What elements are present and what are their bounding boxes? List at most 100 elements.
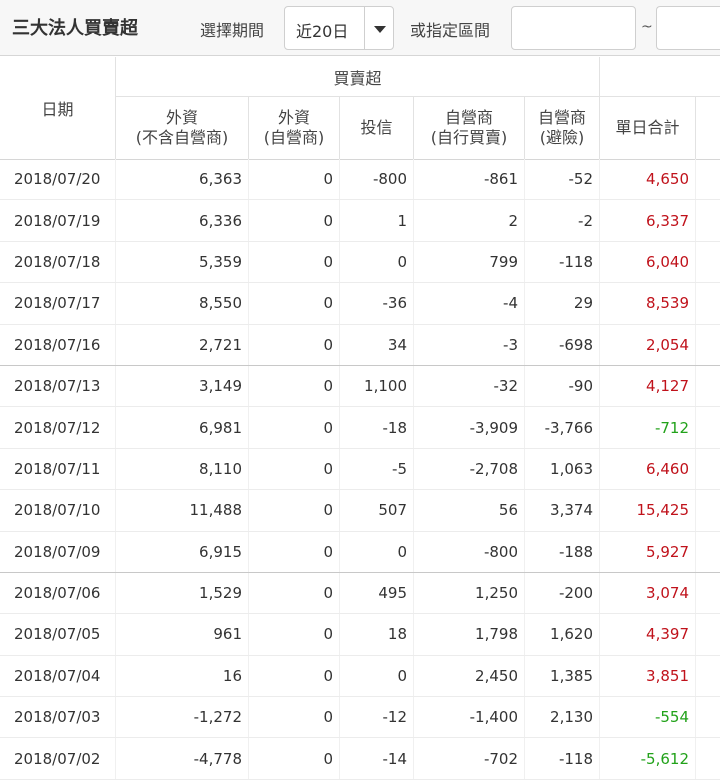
dealer-hedge-cell: 29	[525, 283, 600, 324]
investment-trust-cell: 0	[340, 655, 414, 697]
column-header-line2: (自營商)	[263, 128, 325, 147]
foreign-dealer-cell: 0	[249, 614, 340, 655]
column-header-daily-total[interactable]: 單日合計	[600, 97, 696, 159]
foreign-dealer-cell: 0	[249, 365, 340, 407]
foreign-cell: -4,778	[116, 738, 249, 779]
foreign-cell: 2,721	[116, 324, 249, 365]
date-cell: 2018/07/17	[0, 283, 116, 324]
range-label: 或指定區間	[410, 21, 491, 40]
dealer-hedge-cell: -698	[525, 324, 600, 365]
date-cell: 2018/07/16	[0, 324, 116, 365]
table-row[interactable]: 2018/07/02 -4,778 0 -14 -702 -118 -5,612	[0, 738, 720, 780]
foreign-dealer-cell: 0	[249, 407, 340, 448]
daily-total-cell: 3,074	[600, 572, 696, 614]
column-header-investment-trust[interactable]: 投信	[340, 97, 414, 159]
column-header-line1: 投信	[360, 118, 393, 137]
period-dropdown[interactable]: 近20日	[284, 6, 394, 50]
dealer-self-cell: -2,708	[414, 448, 525, 490]
buy-sell-group-header: 買賣超	[116, 57, 600, 97]
dealer-hedge-cell: 3,374	[525, 490, 600, 531]
foreign-cell: 1,529	[116, 572, 249, 614]
chevron-down-icon[interactable]	[374, 26, 386, 33]
row-edge	[696, 325, 720, 365]
investment-trust-cell: 0	[340, 531, 414, 572]
dealer-hedge-cell: -52	[525, 159, 600, 200]
start-date-input[interactable]	[511, 6, 636, 50]
date-cell: 2018/07/03	[0, 697, 116, 738]
daily-total-cell: 6,460	[600, 448, 696, 490]
dealer-hedge-cell: -118	[525, 738, 600, 779]
dealer-self-cell: 1,798	[414, 614, 525, 655]
row-edge	[696, 573, 720, 613]
dealer-hedge-cell: 1,385	[525, 655, 600, 697]
period-label: 選擇期間	[200, 21, 265, 40]
row-edge	[696, 283, 720, 323]
dealer-hedge-cell: 2,130	[525, 697, 600, 738]
column-header-dealer-self[interactable]: 自營商 (自行買賣)	[414, 97, 525, 159]
row-edge	[696, 407, 720, 447]
table-row[interactable]: 2018/07/11 8,110 0 -5 -2,708 1,063 6,460	[0, 448, 720, 491]
dealer-hedge-cell: 1,620	[525, 614, 600, 655]
table-body: 2018/07/20 6,363 0 -800 -861 -52 4,650 2018/07/…	[0, 159, 720, 780]
header-spacer	[600, 57, 720, 97]
investment-trust-cell: 18	[340, 614, 414, 655]
foreign-cell: 6,981	[116, 407, 249, 448]
investment-trust-cell: 34	[340, 324, 414, 365]
daily-total-cell: 4,650	[600, 159, 696, 200]
table-row[interactable]: 2018/07/06 1,529 0 495 1,250 -200 3,074	[0, 572, 720, 615]
dealer-self-cell: 2	[414, 200, 525, 241]
investment-trust-cell: 507	[340, 490, 414, 531]
dealer-hedge-cell: -90	[525, 365, 600, 407]
table-row[interactable]: 2018/07/09 6,915 0 0 -800 -188 5,927	[0, 531, 720, 573]
dealer-hedge-cell: 1,063	[525, 448, 600, 490]
dealer-self-cell: -861	[414, 159, 525, 200]
date-cell: 2018/07/11	[0, 448, 116, 490]
table-row[interactable]: 2018/07/17 8,550 0 -36 -4 29 8,539	[0, 283, 720, 325]
foreign-dealer-cell: 0	[249, 241, 340, 283]
foreign-cell: 6,363	[116, 159, 249, 200]
table-row[interactable]: 2018/07/18 5,359 0 0 799 -118 6,040	[0, 241, 720, 284]
investment-trust-cell: -800	[340, 159, 414, 200]
dealer-self-cell: 799	[414, 241, 525, 283]
period-selected-value[interactable]: 近20日	[296, 18, 348, 42]
row-edge	[696, 159, 720, 199]
date-cell: 2018/07/10	[0, 490, 116, 531]
foreign-cell: -1,272	[116, 697, 249, 738]
table-row[interactable]: 2018/07/05 961 0 18 1,798 1,620 4,397	[0, 614, 720, 656]
daily-total-cell: 6,337	[600, 200, 696, 241]
investment-trust-cell: 495	[340, 572, 414, 614]
table-row[interactable]: 2018/07/10 11,488 0 507 56 3,374 15,425	[0, 490, 720, 532]
table-row[interactable]: 2018/07/20 6,363 0 -800 -861 -52 4,650	[0, 159, 720, 201]
column-header-foreign-dealer[interactable]: 外資 (自營商)	[249, 97, 340, 159]
table-row[interactable]: 2018/07/16 2,721 0 34 -3 -698 2,054	[0, 324, 720, 366]
dealer-self-cell: 56	[414, 490, 525, 531]
investment-trust-cell: -36	[340, 283, 414, 324]
dealer-self-cell: -702	[414, 738, 525, 779]
table-row[interactable]: 2018/07/04 16 0 0 2,450 1,385 3,851	[0, 655, 720, 698]
date-column-header[interactable]: 日期	[0, 57, 116, 159]
table-row[interactable]: 2018/07/19 6,336 0 1 2 -2 6,337	[0, 200, 720, 242]
foreign-cell: 8,550	[116, 283, 249, 324]
table-row[interactable]: 2018/07/13 3,149 0 1,100 -32 -90 4,127	[0, 365, 720, 408]
dealer-hedge-cell: -3,766	[525, 407, 600, 448]
dealer-hedge-cell: -188	[525, 531, 600, 572]
table-row[interactable]: 2018/07/12 6,981 0 -18 -3,909 -3,766 -712	[0, 407, 720, 449]
date-cell: 2018/07/19	[0, 200, 116, 241]
daily-total-cell: 4,397	[600, 614, 696, 655]
table-row[interactable]: 2018/07/03 -1,272 0 -12 -1,400 2,130 -554	[0, 697, 720, 739]
dealer-self-cell: -800	[414, 531, 525, 572]
column-header-dealer-hedge[interactable]: 自營商 (避險)	[525, 97, 600, 159]
date-cell: 2018/07/02	[0, 738, 116, 779]
date-cell: 2018/07/18	[0, 241, 116, 283]
column-header-line1: 單日合計	[615, 118, 680, 137]
row-edge	[696, 656, 720, 696]
foreign-cell: 11,488	[116, 490, 249, 531]
column-header-foreign[interactable]: 外資 (不含自營商)	[116, 97, 249, 159]
column-header-line1: 外資	[165, 108, 198, 127]
investment-trust-cell: -5	[340, 448, 414, 490]
end-date-input[interactable]	[656, 6, 720, 50]
foreign-dealer-cell: 0	[249, 738, 340, 779]
dealer-self-cell: -32	[414, 365, 525, 407]
daily-total-cell: 4,127	[600, 365, 696, 407]
investment-trust-cell: 1,100	[340, 365, 414, 407]
